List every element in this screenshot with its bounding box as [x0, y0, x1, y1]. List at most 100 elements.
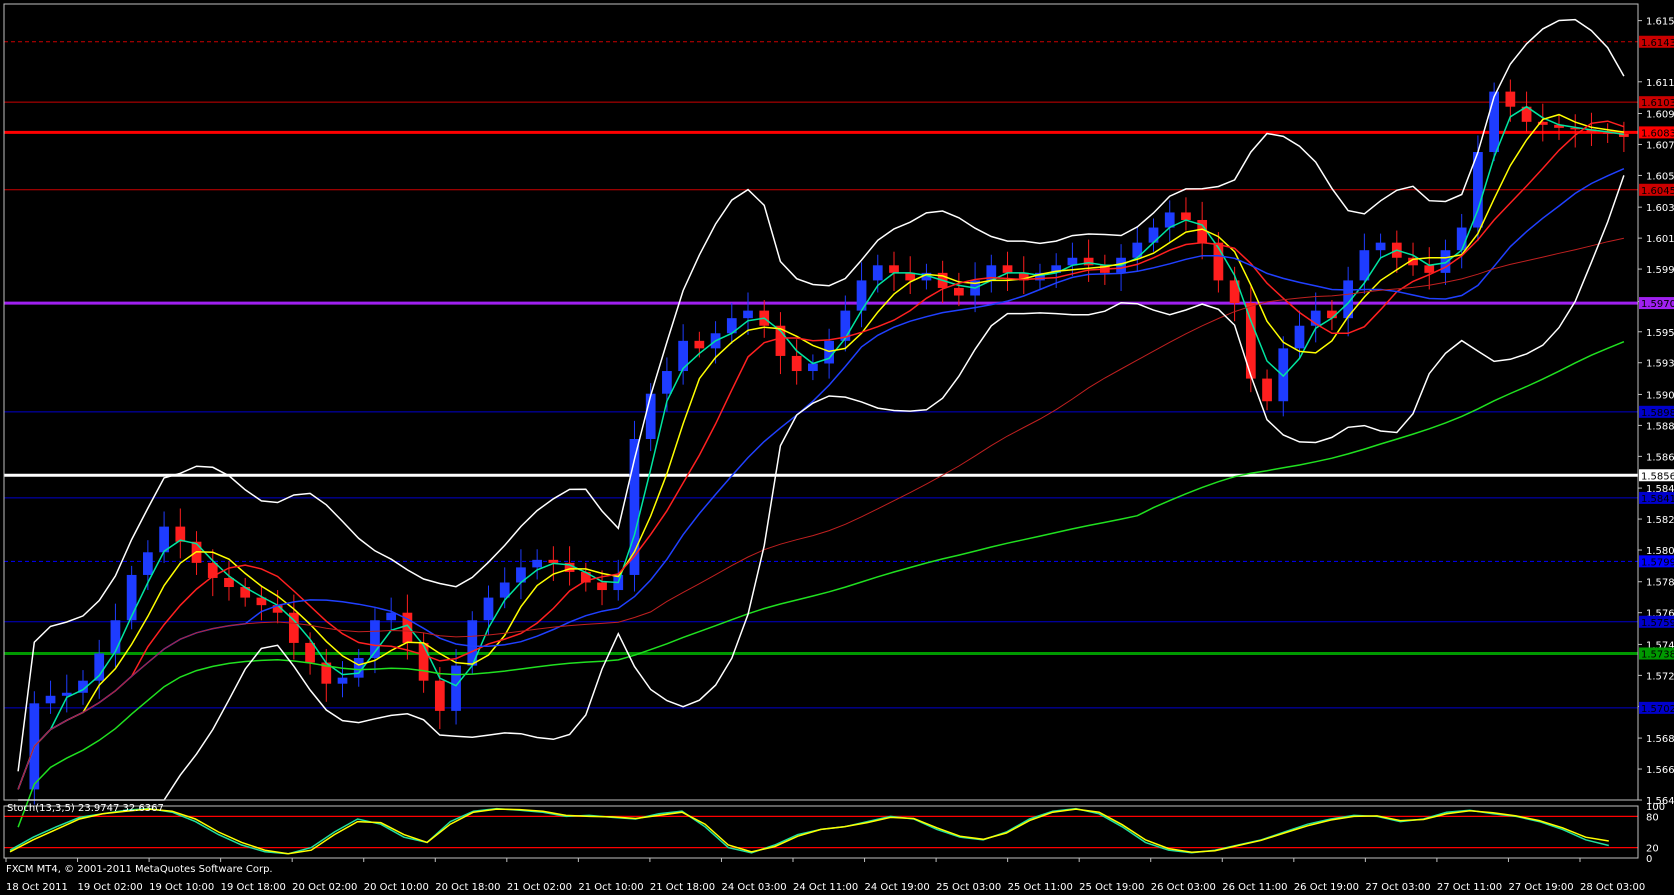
candle-body — [694, 340, 705, 349]
price-tick-label: 1.59925 — [1646, 265, 1674, 276]
time-tick-label: 21 Oct 10:00 — [578, 882, 643, 893]
price-level-tag-label: 1.58980 — [1641, 408, 1674, 419]
time-tick-label: 27 Oct 03:00 — [1365, 882, 1430, 893]
candle-body — [94, 653, 105, 681]
price-tick-label: 1.60955 — [1646, 110, 1674, 121]
time-tick-label: 20 Oct 02:00 — [292, 882, 357, 893]
price-tick-label: 1.58890 — [1646, 421, 1674, 432]
time-tick-label: 26 Oct 19:00 — [1294, 882, 1359, 893]
price-tick-label: 1.60335 — [1646, 203, 1674, 214]
price-tick-label: 1.59305 — [1646, 359, 1674, 370]
candle-body — [143, 552, 153, 575]
time-tick-label: 24 Oct 03:00 — [721, 882, 786, 893]
stoch-tick-label: 0 — [1646, 854, 1652, 865]
candle-body — [1002, 265, 1013, 273]
price-tick-label: 1.57855 — [1646, 578, 1674, 589]
price-chart[interactable]: 1.61570 1.61165 1.60955 1.60750 1.60545 1.603… — [0, 0, 1674, 895]
stoch-tick-label: 20 — [1646, 844, 1659, 855]
price-tick-label: 1.60545 — [1646, 171, 1674, 182]
stoch-tick-label: 80 — [1646, 812, 1659, 823]
candle-body — [1505, 91, 1516, 107]
time-tick-label: 18 Oct 2011 — [6, 882, 68, 893]
time-tick-label: 27 Oct 11:00 — [1437, 882, 1502, 893]
price-level-tag-label: 1.60450 — [1641, 186, 1674, 197]
stochastic-label: Stoch(13,3,5) 23.9747 32.6367 — [7, 803, 164, 814]
time-tick-label: 21 Oct 02:00 — [507, 882, 572, 893]
main-chart-background — [0, 0, 1674, 895]
time-tick-label: 25 Oct 03:00 — [936, 882, 1001, 893]
candle-body — [434, 680, 445, 711]
platform-copyright: FXCM MT4, © 2001-2011 MetaQuotes Softwar… — [6, 864, 273, 875]
price-level-tag-label: 1.57590 — [1641, 618, 1674, 629]
candle-body — [662, 371, 672, 394]
time-tick-label: 19 Oct 18:00 — [221, 882, 286, 893]
candle-body — [678, 340, 688, 372]
candle-body — [808, 363, 818, 372]
candle-body — [532, 559, 543, 568]
price-tick-label: 1.60750 — [1646, 140, 1674, 151]
price-tick-label: 1.58685 — [1646, 452, 1674, 463]
price-tick-label: 1.57235 — [1646, 671, 1674, 682]
time-tick-label: 24 Oct 19:00 — [865, 882, 930, 893]
price-level-tag-label: 1.58410 — [1641, 494, 1674, 505]
time-tick-label: 26 Oct 03:00 — [1151, 882, 1216, 893]
price-level-tag-label: 1.58560 — [1641, 471, 1674, 482]
price-tick-label: 1.59095 — [1646, 390, 1674, 401]
time-tick-label: 25 Oct 19:00 — [1079, 882, 1144, 893]
price-tick-label: 1.60130 — [1646, 234, 1674, 245]
time-tick-label: 20 Oct 10:00 — [364, 882, 429, 893]
time-tick-label: 20 Oct 18:00 — [435, 882, 500, 893]
candle-body — [1375, 242, 1386, 251]
price-tick-label: 1.56820 — [1646, 734, 1674, 745]
price-level-tag-label: 1.61430 — [1641, 38, 1674, 49]
candle-body — [1278, 348, 1289, 402]
candle-body — [1262, 378, 1272, 402]
price-tick-label: 1.59510 — [1646, 328, 1674, 339]
candle-body — [645, 393, 656, 440]
time-tick-label: 19 Oct 02:00 — [78, 882, 143, 893]
candle-body — [889, 265, 899, 273]
candle-body — [305, 642, 315, 663]
candle-body — [1294, 325, 1305, 349]
candle-body — [791, 355, 802, 372]
price-level-tag-label: 1.61030 — [1641, 98, 1674, 109]
price-tick-label: 1.61165 — [1646, 78, 1674, 89]
candle-body — [386, 612, 397, 621]
candle-body — [110, 620, 121, 654]
candle-body — [743, 310, 753, 319]
candle-body — [483, 597, 494, 621]
candle-body — [1456, 227, 1467, 251]
stoch-tick-label: 100 — [1646, 802, 1665, 813]
candle-body — [418, 642, 429, 681]
candle-body — [224, 577, 234, 588]
price-level-tag-label: 1.59700 — [1641, 299, 1674, 310]
candle-body — [597, 582, 607, 591]
time-tick-label: 24 Oct 11:00 — [793, 882, 858, 893]
time-tick-label: 27 Oct 19:00 — [1508, 882, 1573, 893]
price-level-tag-label: 1.60835 — [1641, 128, 1674, 139]
candle-body — [1181, 212, 1191, 220]
candle-body — [126, 574, 137, 621]
price-tick-label: 1.58270 — [1646, 515, 1674, 526]
candle-body — [1489, 91, 1499, 153]
time-tick-label: 26 Oct 11:00 — [1222, 882, 1287, 893]
time-tick-label: 28 Oct 03:00 — [1580, 882, 1645, 893]
price-tick-label: 1.61570 — [1646, 17, 1674, 28]
price-level-tag-label: 1.57020 — [1641, 704, 1674, 715]
candle-body — [1359, 250, 1370, 281]
price-tick-label: 1.56615 — [1646, 765, 1674, 776]
candle-body — [548, 559, 559, 563]
candle-body — [1083, 257, 1094, 266]
price-level-tag-label: 1.57380 — [1641, 649, 1674, 660]
candle-body — [45, 695, 56, 704]
time-tick-label: 21 Oct 18:00 — [650, 882, 715, 893]
candle-body — [451, 665, 461, 711]
candle-body — [954, 287, 964, 296]
time-tick-label: 25 Oct 11:00 — [1008, 882, 1073, 893]
candle-body — [337, 677, 348, 684]
price-level-tag-label: 1.57990 — [1641, 557, 1674, 568]
candle-body — [1424, 265, 1435, 273]
candle-body — [1473, 152, 1483, 228]
candle-body — [872, 265, 883, 281]
time-tick-label: 19 Oct 10:00 — [149, 882, 214, 893]
